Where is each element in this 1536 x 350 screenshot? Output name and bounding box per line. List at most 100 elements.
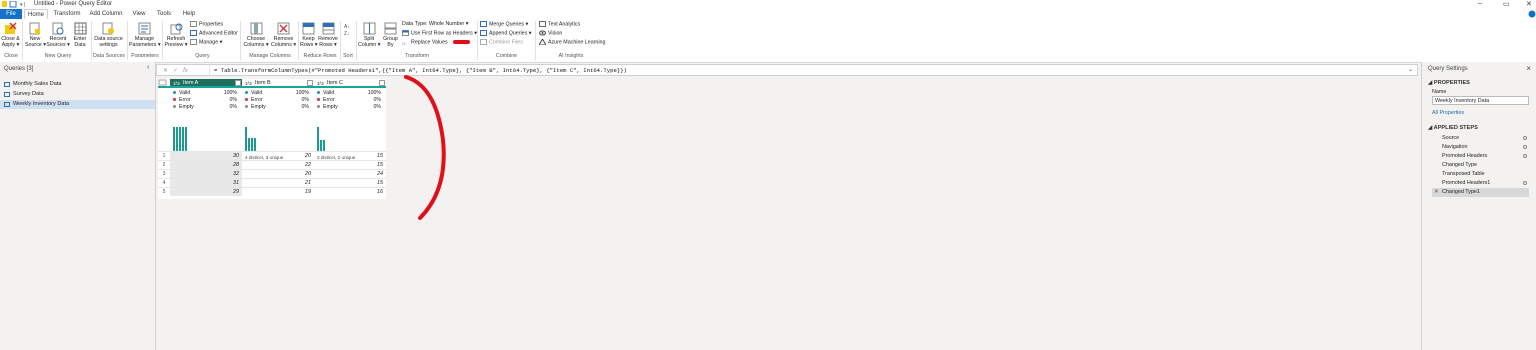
applied-step[interactable]: ✕ Changed Type1 [1432,188,1529,197]
applied-step[interactable]: Promoted Headers [1432,152,1529,161]
column-header-item-a[interactable]: 1²3 Item A [170,79,242,88]
formula-text[interactable]: = Table.TransformColumnTypes(#"Promoted … [214,67,627,74]
query-item-survey[interactable]: Survey Data [0,90,155,99]
remove-rows-button[interactable]: Remove Rows ▾ [318,22,338,48]
manage-button[interactable]: Manage ▾ [190,39,222,46]
column-header-item-b[interactable]: 1²3 Item B [242,79,314,88]
query-item-weekly-inventory[interactable]: Weekly Inventory Data [0,100,155,109]
applied-step[interactable]: Source [1432,134,1529,143]
close-icon[interactable]: × [1526,64,1531,73]
table-cell[interactable]: 21 [242,178,314,187]
keep-rows-button[interactable]: Keep Rows ▾ [300,22,317,48]
table-cell[interactable]: 19 [242,187,314,196]
formula-buttons[interactable]: ✕ ✓ fx [163,67,188,74]
type-icon[interactable]: 1²3 [245,79,252,88]
close-apply-button[interactable]: Close & Apply ▾ [1,22,20,48]
merge-queries-button[interactable]: Merge Queries ▾ [480,21,528,28]
gear-icon[interactable] [1523,136,1527,140]
distribution-bar [176,127,178,151]
table-cell[interactable]: 29 [170,187,242,196]
tab-transform[interactable]: Transform [52,9,82,19]
filter-dropdown-icon[interactable] [307,80,313,86]
type-icon[interactable]: 1²3 [173,79,180,88]
data-source-settings-button[interactable]: Data source settings [93,22,124,48]
filter-dropdown-icon[interactable] [379,80,385,86]
row-number[interactable]: 4 [158,178,170,187]
applied-step[interactable]: Promoted Headers1 [1432,179,1529,188]
applied-step[interactable]: Changed Type [1432,161,1529,170]
table-cell[interactable]: 15 [314,151,386,160]
collapse-pane-icon[interactable]: ‹ [147,64,149,71]
text-analytics-button[interactable]: Text Analytics [539,21,580,28]
append-queries-button[interactable]: Append Queries ▾ [480,30,531,37]
tab-file[interactable]: File [0,9,22,19]
applied-step[interactable]: Navigation [1432,143,1529,152]
vision-button[interactable]: Vision [539,30,562,37]
all-properties-link[interactable]: All Properties [1432,110,1464,116]
refresh-preview-button[interactable]: Refresh Preview ▾ [164,22,188,48]
tab-view[interactable]: View [130,9,148,19]
step-label: Source [1442,135,1460,141]
table-cell[interactable]: 16 [314,187,386,196]
sort-button[interactable]: A↓ Z↓ [343,22,353,39]
query-item-monthly-sales[interactable]: Monthly Sales Data [0,80,155,89]
table-cell[interactable]: 15 [314,160,386,169]
svg-text:A↓: A↓ [344,24,350,30]
gear-icon[interactable] [1523,181,1527,185]
expand-formula-icon[interactable]: ⌄ [1408,66,1413,73]
azure-ml-button[interactable]: Azure Machine Learning [539,39,605,46]
tab-home[interactable]: Home [24,9,48,19]
table-cell[interactable]: 24 [314,169,386,178]
delete-step-icon[interactable]: ✕ [1434,188,1439,197]
properties-button[interactable]: Properties [190,21,223,28]
table-cell[interactable]: 15 [314,178,386,187]
recent-sources-icon [52,22,64,35]
manage-parameters-button[interactable]: Manage Parameters ▾ [129,22,161,48]
row-number[interactable]: 3 [158,169,170,178]
restore-button[interactable]: ▭ [1503,0,1510,8]
distribution-bar [245,127,247,151]
query-name-input[interactable]: Weekly Inventory Data [1432,96,1529,105]
row-number[interactable]: 2 [158,160,170,169]
parameters-icon [138,22,151,35]
choose-columns-button[interactable]: Choose Columns ▾ [243,22,269,48]
tab-tools[interactable]: Tools [154,9,174,19]
column-header-item-c[interactable]: 1²3 Item C [314,79,386,88]
table-cell[interactable]: 20 [242,169,314,178]
distribution-bar [323,140,325,151]
table-cell[interactable]: 30 [170,151,242,160]
new-source-button[interactable]: New Source ▾ [25,22,46,48]
row-number[interactable]: 1 [158,151,170,160]
recent-sources-button[interactable]: Recent Sources ▾ [46,22,70,48]
minimize-button[interactable]: – [1478,0,1482,7]
tab-add-column[interactable]: Add Column [88,9,124,19]
row-number[interactable]: 5 [158,187,170,196]
close-window-button[interactable]: ✕ [1526,0,1532,8]
table-cell[interactable]: 28 [170,160,242,169]
split-column-button[interactable]: Split Column ▾ [358,22,380,48]
formula-bar[interactable]: ✕ ✓ fx = Table.TransformColumnTypes(#"Pr… [156,64,1418,76]
remove-columns-button[interactable]: Remove Columns ▾ [270,22,297,48]
applied-steps-header: ◢ APPLIED STEPS [1428,125,1478,131]
group-by-button[interactable]: Group By [382,22,399,48]
table-cell[interactable]: 31 [170,178,242,187]
enter-data-button[interactable]: Enter Data [72,22,88,48]
applied-step[interactable]: Transposed Table [1432,170,1529,179]
data-type-dropdown[interactable]: Data Type: Whole Number ▾ [402,21,468,28]
use-first-row-button[interactable]: Use First Row as Headers ▾ [402,30,477,37]
group-ai-insights: AI Insights [558,53,584,59]
tab-help[interactable]: Help [180,9,198,19]
gear-icon[interactable] [1523,145,1527,149]
gear-icon[interactable] [1523,154,1527,158]
filter-dropdown-icon[interactable] [235,80,241,86]
advanced-editor-button[interactable]: Advanced Editor [190,30,238,37]
replace-values-button[interactable]: ₁₂ Replace Values [402,39,448,46]
type-icon[interactable]: 1²3 [317,79,324,88]
table-cell[interactable]: 32 [170,169,242,178]
combine-files-button[interactable]: Combine Files [480,39,523,46]
table-cell[interactable]: 22 [242,160,314,169]
table-cell[interactable]: 20 [242,151,314,160]
text-analytics-icon [539,21,546,27]
help-icon[interactable] [1528,10,1536,18]
table-menu-icon[interactable] [158,79,170,88]
